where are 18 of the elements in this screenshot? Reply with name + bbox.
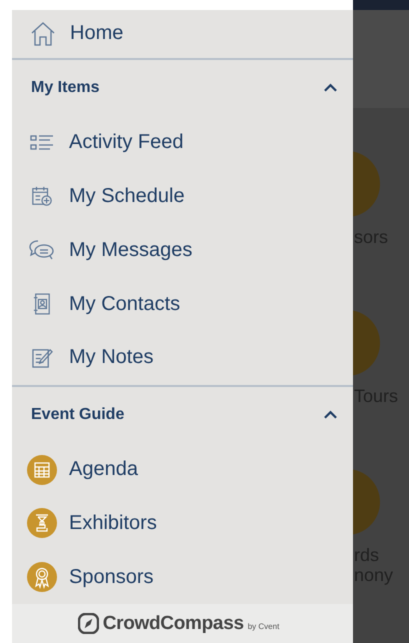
brand-name: CrowdCompass bbox=[102, 612, 244, 635]
menu-item[interactable]: My Notes bbox=[12, 330, 353, 385]
menu-item[interactable]: Sponsors bbox=[12, 550, 353, 604]
section-header[interactable]: My Items bbox=[12, 60, 353, 116]
booth-icon bbox=[27, 508, 57, 538]
section-header[interactable]: Event Guide bbox=[12, 386, 353, 443]
calendar-grid-icon bbox=[27, 454, 57, 485]
home-icon bbox=[29, 20, 57, 48]
award-ribbon-icon bbox=[27, 562, 57, 592]
menu-item[interactable]: Activity Feed bbox=[12, 116, 353, 170]
menu-item[interactable]: My Schedule bbox=[12, 170, 353, 224]
menu-item[interactable]: My Messages bbox=[12, 223, 353, 278]
app-top-bar bbox=[353, 0, 409, 10]
menu-item[interactable]: My Contacts bbox=[12, 277, 353, 331]
menu-item[interactable]: Exhibitors bbox=[12, 496, 353, 550]
compass-logo-icon bbox=[78, 613, 99, 634]
menu-item[interactable]: Agenda bbox=[12, 442, 353, 496]
brand-byline: by Cvent bbox=[248, 622, 280, 632]
